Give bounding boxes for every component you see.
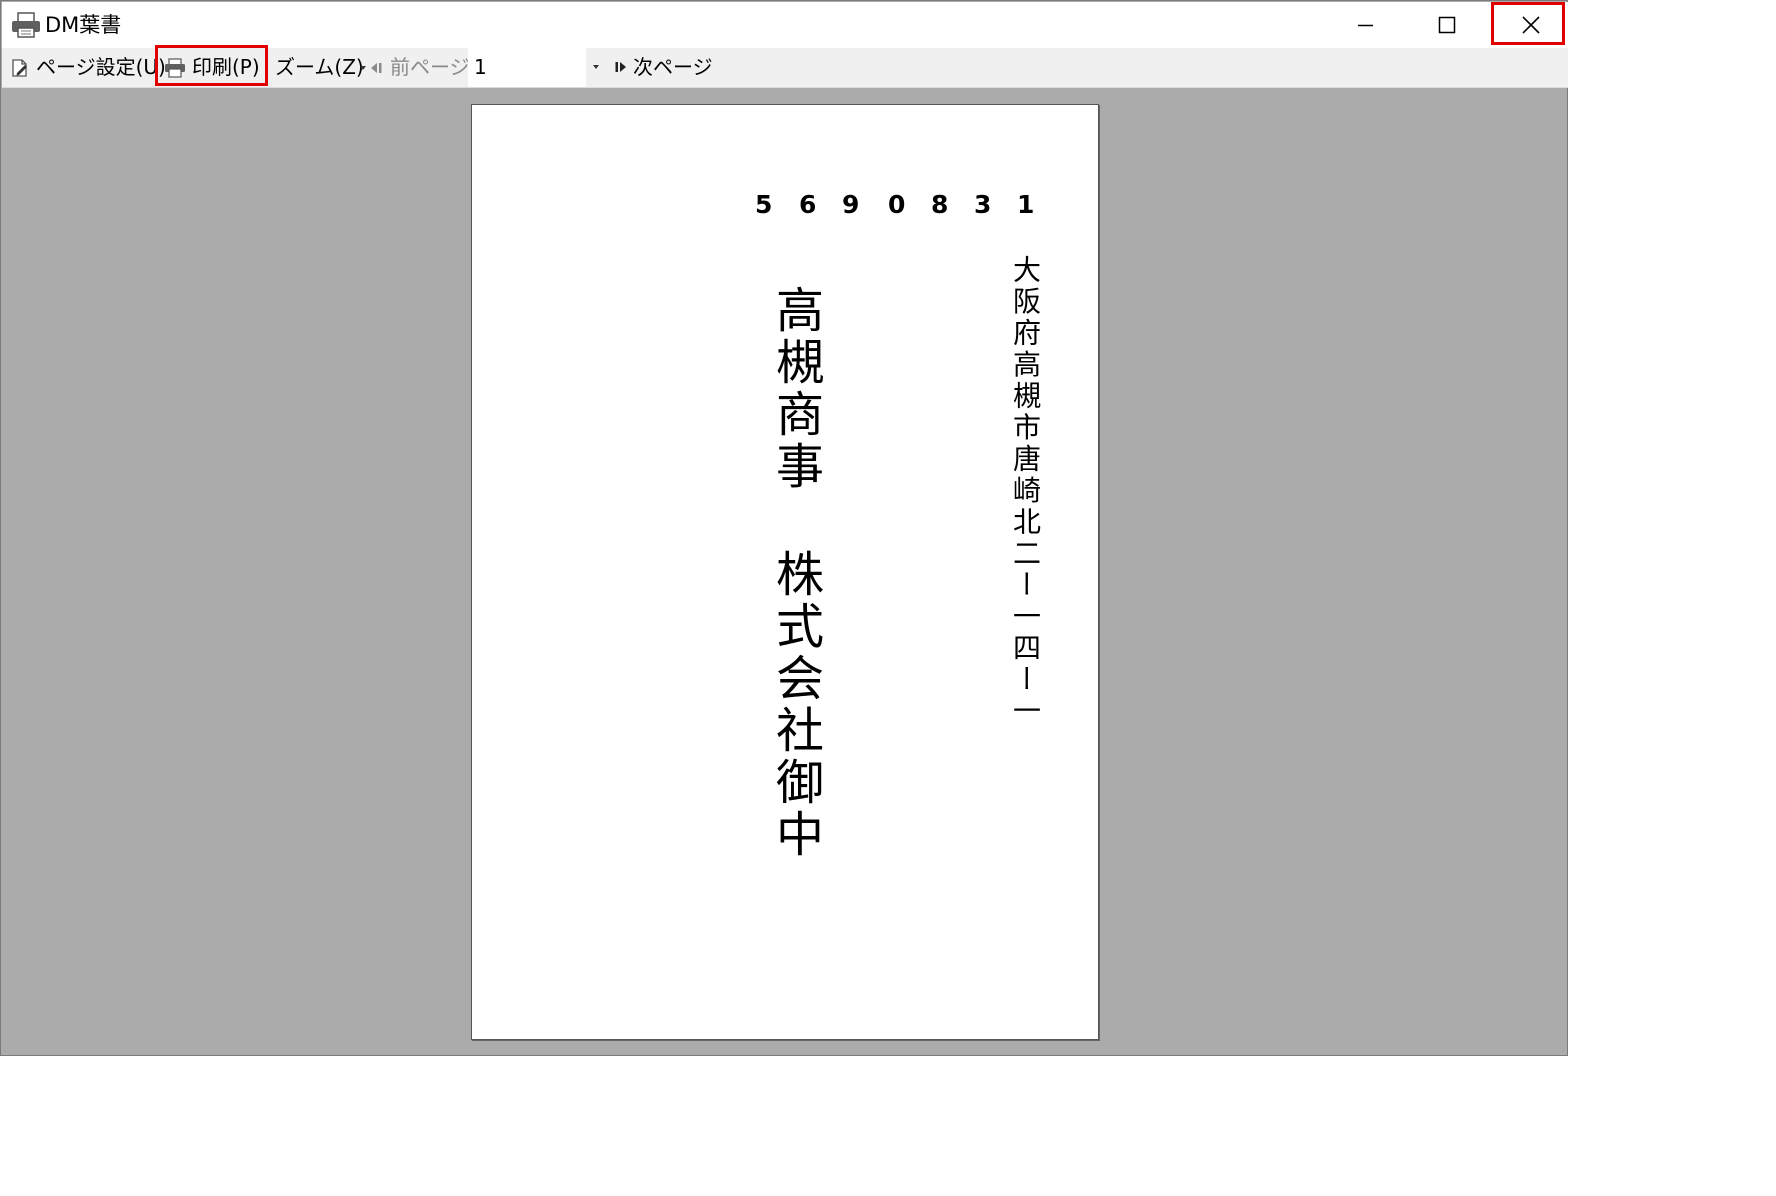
next-page-icon: [615, 62, 626, 72]
window-title: DM葉書: [45, 13, 122, 37]
zoom-label: ズーム(Z): [275, 55, 364, 79]
next-page-label: 次ページ: [633, 55, 713, 79]
postal-digit: 6: [799, 190, 817, 219]
postal-digit: 0: [888, 190, 906, 219]
minimize-icon: [1358, 24, 1373, 27]
zoom-dropdown-button[interactable]: ズーム(Z): [275, 48, 371, 87]
postal-digit: 8: [931, 190, 949, 219]
maximize-button[interactable]: [1406, 2, 1490, 48]
print-button-highlight: [155, 45, 268, 86]
company-suffix: 株式会社御中: [767, 549, 823, 861]
page-setup-button[interactable]: ページ設定(U): [10, 48, 166, 87]
page-number-value: 1: [474, 55, 487, 79]
prev-page-button[interactable]: 前ページ: [369, 48, 470, 87]
postal-digit: 9: [842, 190, 860, 219]
prev-page-label: 前ページ: [390, 55, 470, 79]
close-button-highlight: [1491, 2, 1565, 45]
postal-digit: 3: [974, 190, 992, 219]
title-bar: DM葉書: [2, 2, 1568, 48]
next-page-button[interactable]: 次ページ: [614, 48, 714, 87]
page-setup-icon: [12, 59, 27, 77]
company-name: 高槻商事: [767, 285, 823, 493]
page-setup-label: ページ設定(U): [36, 55, 166, 79]
chevron-down-icon: [360, 66, 366, 70]
recipient-address: 大阪府高槻市唐崎北二ー一四ー一: [1009, 255, 1042, 728]
postal-digit: 5: [755, 190, 773, 219]
recipient-name: 高槻商事株式会社御中: [767, 285, 823, 861]
page-number-input[interactable]: 1: [468, 48, 586, 87]
printer-icon: [12, 12, 40, 38]
print-preview-window: DM葉書 ページ設定(U) 印刷(P) ズーム(Z) 前ページ 1 次ページ 5…: [0, 0, 1568, 1056]
chevron-down-icon[interactable]: [593, 65, 599, 69]
prev-page-icon: [371, 63, 382, 73]
maximize-icon: [1438, 16, 1456, 34]
postcard-preview: 5 6 9 0 8 3 1 大阪府高槻市唐崎北二ー一四ー一 高槻商事株式会社御中: [471, 104, 1099, 1040]
minimize-button[interactable]: [1323, 2, 1407, 48]
postal-digit: 1: [1017, 190, 1035, 219]
